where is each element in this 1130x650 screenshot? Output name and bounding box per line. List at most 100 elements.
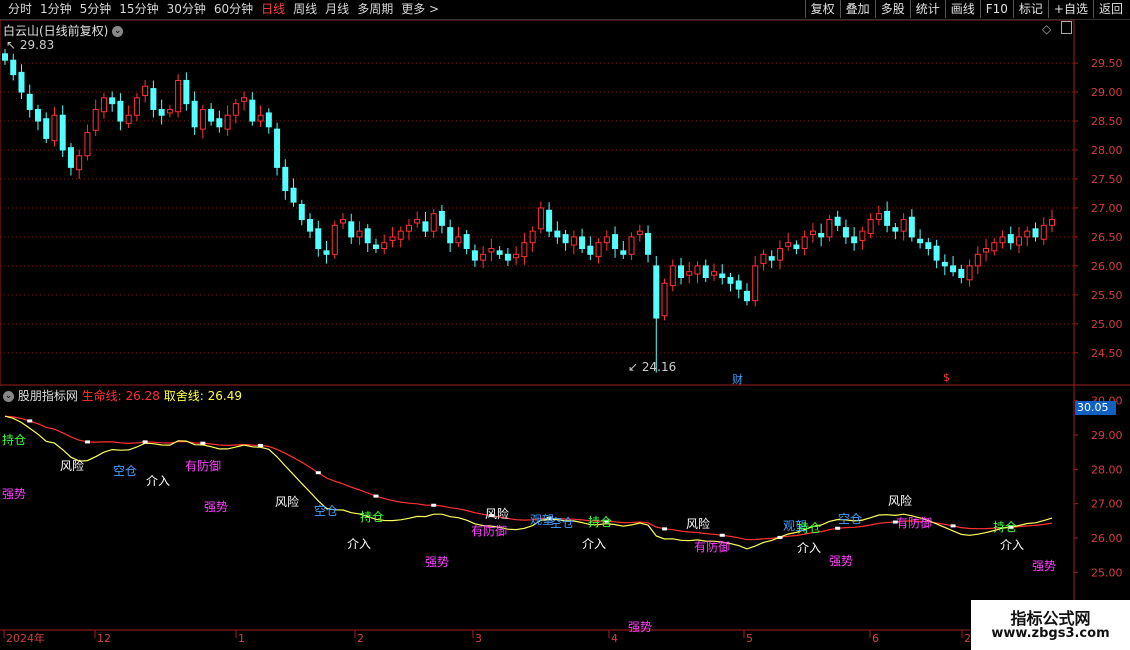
- candle-body[interactable]: [265, 112, 272, 128]
- candle-body[interactable]: [562, 234, 569, 244]
- candle-body[interactable]: [397, 230, 404, 240]
- candle-body[interactable]: [760, 253, 767, 265]
- candle-body[interactable]: [405, 224, 412, 232]
- candle-body[interactable]: [480, 253, 487, 261]
- panel-toggle-icon[interactable]: [1061, 21, 1072, 34]
- candle-body[interactable]: [199, 108, 206, 130]
- candle-body[interactable]: [974, 253, 981, 267]
- candle-body[interactable]: [612, 234, 619, 250]
- period-tab-9[interactable]: 多周期: [353, 2, 397, 17]
- candle-body[interactable]: [84, 132, 91, 157]
- candle-body[interactable]: [340, 219, 347, 224]
- candle-body[interactable]: [620, 250, 627, 255]
- candle-body[interactable]: [645, 232, 652, 255]
- candle-body[interactable]: [381, 242, 388, 250]
- diamond-icon[interactable]: ◇: [1042, 22, 1051, 36]
- candle-body[interactable]: [241, 97, 248, 102]
- candle-body[interactable]: [438, 210, 445, 226]
- candle-body[interactable]: [842, 227, 849, 238]
- candle-body[interactable]: [430, 213, 437, 232]
- candle-body[interactable]: [900, 219, 907, 232]
- candle-body[interactable]: [274, 128, 281, 168]
- candle-body[interactable]: [10, 59, 17, 76]
- period-tab-8[interactable]: 月线: [321, 2, 353, 17]
- candle-body[interactable]: [884, 210, 891, 226]
- candle-body[interactable]: [1016, 236, 1023, 246]
- candle-body[interactable]: [818, 232, 825, 238]
- candle-body[interactable]: [537, 207, 544, 230]
- candle-body[interactable]: [216, 118, 223, 128]
- candle-body[interactable]: [471, 250, 478, 261]
- candle-body[interactable]: [26, 93, 33, 110]
- candle-body[interactable]: [776, 248, 783, 261]
- candle-body[interactable]: [678, 265, 685, 278]
- period-tab-0[interactable]: 分时: [4, 2, 36, 17]
- candle-body[interactable]: [1032, 228, 1039, 238]
- candle-body[interactable]: [570, 236, 577, 246]
- period-tab-6[interactable]: 日线: [257, 2, 289, 17]
- candle-body[interactable]: [298, 203, 305, 221]
- candle-body[interactable]: [356, 230, 363, 238]
- candle-body[interactable]: [809, 230, 816, 236]
- toolbar-button-7[interactable]: +自选: [1047, 0, 1093, 18]
- candle-body[interactable]: [76, 155, 83, 171]
- candle-body[interactable]: [793, 244, 800, 250]
- chart-area[interactable]: 29.50 29.00 28.50 28.00 27.50 27.00 26.50 26.00…: [0, 20, 1130, 650]
- candle-body[interactable]: [867, 219, 874, 234]
- candle-body[interactable]: [2, 53, 8, 61]
- candle-body[interactable]: [966, 265, 973, 281]
- period-tab-1[interactable]: 1分钟: [36, 2, 76, 17]
- candle-body[interactable]: [801, 236, 808, 250]
- candle-body[interactable]: [661, 282, 668, 317]
- candle-body[interactable]: [414, 219, 421, 224]
- candle-body[interactable]: [232, 103, 239, 116]
- candle-body[interactable]: [719, 273, 726, 278]
- candle-body[interactable]: [504, 253, 511, 261]
- candle-body[interactable]: [92, 108, 99, 131]
- candle-body[interactable]: [941, 261, 948, 267]
- period-tab-2[interactable]: 5分钟: [76, 2, 116, 17]
- candle-body[interactable]: [372, 244, 379, 250]
- candle-body[interactable]: [950, 265, 957, 273]
- dividend-marker[interactable]: $: [943, 371, 950, 384]
- candle-body[interactable]: [348, 221, 355, 238]
- candle-body[interactable]: [702, 265, 709, 278]
- candle-body[interactable]: [513, 253, 520, 259]
- candle-body[interactable]: [752, 265, 759, 302]
- toolbar-button-5[interactable]: F10: [979, 0, 1013, 18]
- candle-body[interactable]: [422, 221, 429, 232]
- toolbar-button-6[interactable]: 标记: [1012, 0, 1048, 18]
- candle-body[interactable]: [447, 227, 454, 244]
- candle-body[interactable]: [991, 242, 998, 252]
- candle-body[interactable]: [521, 242, 528, 258]
- chevron-down-icon[interactable]: ⌄: [3, 391, 14, 402]
- candle-body[interactable]: [315, 228, 322, 250]
- candle-body[interactable]: [554, 230, 561, 238]
- candle-body[interactable]: [686, 271, 693, 276]
- candle-body[interactable]: [59, 114, 66, 151]
- candle-body[interactable]: [175, 79, 182, 113]
- candle-body[interactable]: [529, 230, 536, 244]
- candle-body[interactable]: [579, 236, 586, 250]
- candle-body[interactable]: [669, 265, 676, 287]
- finance-marker[interactable]: 财: [732, 371, 743, 387]
- candle-body[interactable]: [331, 224, 338, 255]
- candle-body[interactable]: [463, 234, 470, 250]
- candle-body[interactable]: [142, 85, 149, 97]
- candle-body[interactable]: [364, 228, 371, 244]
- candle-body[interactable]: [51, 114, 58, 142]
- candle-body[interactable]: [653, 265, 660, 319]
- candle-body[interactable]: [851, 236, 858, 244]
- candle-body[interactable]: [546, 209, 553, 232]
- candle-body[interactable]: [710, 271, 717, 276]
- candle-body[interactable]: [208, 108, 215, 122]
- toolbar-button-3[interactable]: 统计: [909, 0, 945, 18]
- chevron-down-icon[interactable]: ⌄: [112, 26, 124, 37]
- toolbar-button-1[interactable]: 叠加: [839, 0, 875, 18]
- candle-body[interactable]: [785, 242, 792, 247]
- candle-body[interactable]: [1049, 219, 1055, 226]
- candle-body[interactable]: [1040, 224, 1047, 240]
- candle-body[interactable]: [109, 97, 116, 105]
- period-tab-7[interactable]: 周线: [289, 2, 321, 17]
- candle-body[interactable]: [488, 248, 495, 253]
